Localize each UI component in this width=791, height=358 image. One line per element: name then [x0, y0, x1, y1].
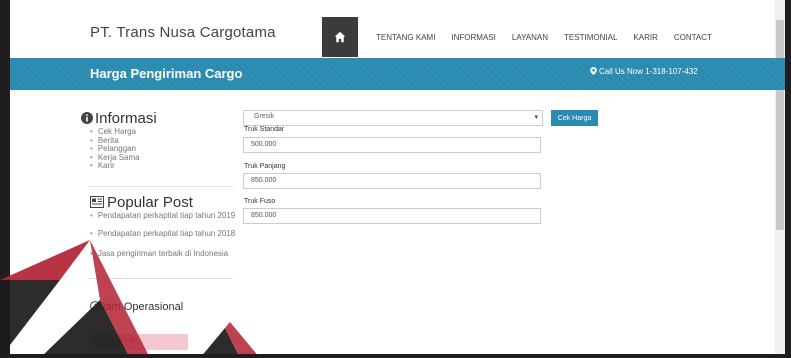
informasi-heading: Informasi [81, 110, 157, 127]
call-us-text: Call Us Now 1-318-107-432 [599, 67, 698, 76]
nav-item-testimonial[interactable]: TESTIMONIAL [564, 33, 617, 42]
sidebar-divider [88, 278, 233, 279]
jam-operasional-heading: Jam Operasional [90, 301, 183, 314]
main-nav: TENTANG KAMI INFORMASI LAYANAN TESTIMONI… [322, 17, 720, 57]
newspaper-icon [90, 196, 104, 208]
jam-operasional-text: Jam Operasional [100, 301, 184, 313]
popular-post-heading: Popular Post [90, 194, 193, 211]
map-marker-icon [590, 67, 597, 75]
field-label-truk-panjang: Truk Panjang [244, 163, 286, 170]
popular-post-title[interactable]: Pendapatan perkapital tiap tahun 2018 [98, 229, 235, 238]
nav-item-karir[interactable]: KARIR [633, 33, 657, 42]
cek-harga-button[interactable]: Cek Harga [551, 110, 598, 126]
info-circle-icon [81, 112, 93, 124]
vertical-scrollbar[interactable] [775, 0, 785, 358]
field-label-truk-fuso: Truk Fuso [244, 198, 276, 205]
nav-home-button[interactable] [322, 17, 358, 57]
nav-item-contact[interactable]: CONTACT [674, 33, 712, 42]
popular-post-heading-text: Popular Post [107, 194, 193, 211]
city-select-value: Gresik [254, 113, 275, 120]
home-icon [334, 31, 346, 43]
truk-fuso-field[interactable]: 850.000 [243, 208, 541, 224]
page-banner: Harga Pengiriman Cargo Call Us Now 1-318… [10, 58, 785, 90]
jam-operasional-value: senin - jumat [99, 338, 134, 344]
popular-post-title[interactable]: Jasa pengiriman terbaik di Indonesia [98, 249, 228, 258]
field-label-truk-standar: Truk Standar [244, 126, 285, 133]
brand-name[interactable]: PT. Trans Nusa Cargotama [90, 24, 276, 41]
truk-standar-field[interactable]: 500.000 [243, 137, 541, 153]
call-us-info: Call Us Now 1-318-107-432 [590, 67, 698, 76]
jam-operasional-box: senin - jumat [90, 334, 188, 350]
page-title: Harga Pengiriman Cargo [90, 66, 243, 81]
informasi-list: Cek Harga Berita Pelanggan Kerja Sama Ka… [90, 127, 140, 171]
sidebar-divider [88, 186, 233, 187]
city-select[interactable]: Gresik ▾ [243, 110, 543, 126]
nav-item-layanan[interactable]: LAYANAN [512, 33, 548, 42]
nav-item-tentang-kami[interactable]: TENTANG KAMI [376, 33, 435, 42]
popular-post-item[interactable]: • Pendapatan perkapital tiap tahun 2018 [90, 229, 240, 238]
caret-down-icon: ▾ [534, 114, 538, 121]
window-frame-right [785, 0, 791, 358]
informasi-heading-text: Informasi [95, 110, 157, 127]
popular-post-title[interactable]: Pendapatan perkapital tiap tahun 2019 [98, 211, 235, 220]
site-header: PT. Trans Nusa Cargotama TENTANG KAMI IN… [10, 0, 775, 58]
scrollbar-thumb[interactable] [776, 20, 784, 230]
window-frame-bottom [0, 354, 791, 358]
clock-icon [90, 301, 100, 311]
truk-fuso-value: 850.000 [251, 212, 277, 219]
popular-post-item[interactable]: • Pendapatan perkapital tiap tahun 2019 [90, 211, 240, 220]
truk-standar-value: 500.000 [251, 141, 277, 148]
truk-panjang-value: 850.000 [251, 177, 277, 184]
truk-panjang-field[interactable]: 850.000 [243, 173, 541, 189]
popular-post-item[interactable]: • Jasa pengiriman terbaik di Indonesia [90, 249, 240, 258]
window-frame-left [0, 0, 10, 358]
sidebar-link-karir[interactable]: Karir [90, 161, 140, 171]
nav-item-informasi[interactable]: INFORMASI [451, 33, 495, 42]
